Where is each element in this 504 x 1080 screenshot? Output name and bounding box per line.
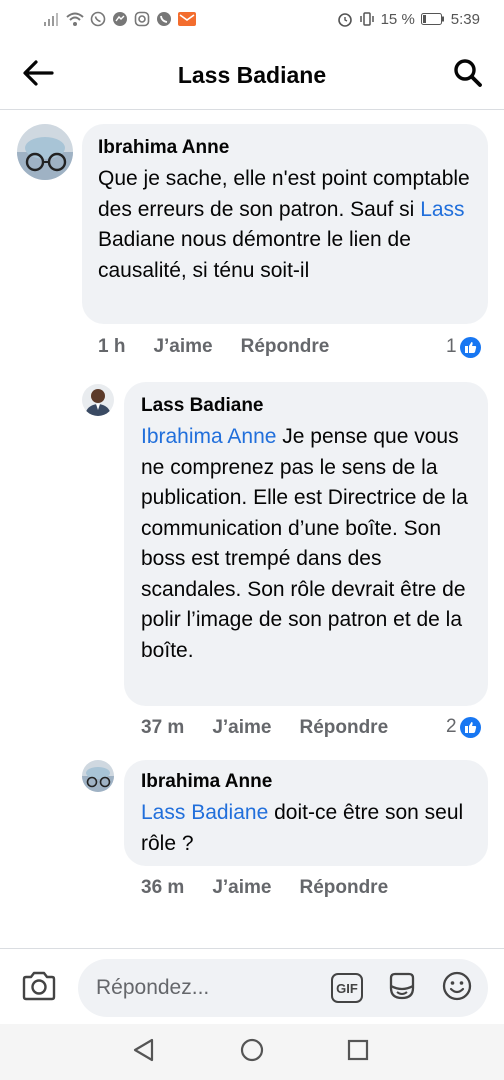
comment-time[interactable]: 1 h: [98, 336, 125, 358]
avatar[interactable]: [17, 124, 73, 180]
like-button[interactable]: J’aime: [212, 877, 271, 899]
mail-icon: [178, 12, 196, 26]
nav-home-button[interactable]: [236, 1036, 268, 1068]
camera-button[interactable]: [20, 971, 58, 1005]
comment-time[interactable]: 37 m: [141, 717, 184, 739]
reply-input[interactable]: [96, 959, 316, 1017]
sticker-icon: [386, 970, 418, 1007]
alarm-icon: [337, 11, 353, 27]
comment-bubble[interactable]: Ibrahima Anne Que je sache, elle n'est p…: [82, 124, 488, 324]
comment-text: Que je sache, elle n'est point comptable…: [98, 164, 472, 286]
comment-text-part: Je pense que vous ne comprenez pas le se…: [141, 425, 468, 662]
circle-home-icon: [239, 1037, 265, 1068]
comment-actions: 37 m J’aime Répondre: [141, 717, 388, 739]
comment-bubble[interactable]: Lass Badiane Ibrahima Anne Je pense que …: [124, 382, 488, 706]
nav-back-button[interactable]: [128, 1036, 160, 1068]
status-left-icons: [44, 11, 196, 27]
reaction-count[interactable]: 1: [446, 336, 481, 358]
gif-label: GIF: [336, 980, 358, 996]
mention-link[interactable]: Lass Badiane: [141, 801, 268, 824]
messenger-icon: [112, 11, 128, 27]
comment-text: Lass Badiane doit-ce être son seul rôle …: [141, 798, 471, 859]
like-button[interactable]: J’aime: [153, 336, 212, 358]
reaction-count-value: 2: [446, 716, 457, 737]
comment-author[interactable]: Ibrahima Anne: [141, 771, 471, 793]
page-title: Lass Badiane: [177, 62, 327, 88]
reply-composer: GIF: [0, 948, 504, 1024]
search-icon: [453, 58, 483, 93]
gif-icon: GIF: [331, 973, 363, 1003]
comment-text-part: Badiane nous démontre le lien de causali…: [98, 228, 411, 282]
status-time: 5:39: [450, 10, 480, 28]
instagram-icon: [134, 11, 150, 27]
signal-icon: [44, 12, 60, 26]
phone-call-icon: [156, 11, 172, 27]
like-button[interactable]: J’aime: [212, 717, 271, 739]
battery-icon: [420, 13, 445, 25]
thumbs-up-icon: [459, 716, 481, 738]
mention-link[interactable]: Ibrahima Anne: [141, 425, 276, 448]
avatar[interactable]: [82, 760, 114, 792]
search-button[interactable]: [450, 58, 486, 92]
battery-percent: 15 %: [380, 10, 415, 28]
gif-button[interactable]: GIF: [330, 972, 364, 1004]
status-right-icons: 15 % 5:39: [337, 11, 480, 28]
vibrate-icon: [359, 11, 375, 27]
reaction-count[interactable]: 2: [446, 716, 481, 738]
nav-recents-button[interactable]: [342, 1036, 374, 1068]
comment-actions: 36 m J’aime Répondre: [141, 877, 388, 899]
comment-author[interactable]: Lass Badiane: [141, 395, 471, 417]
whatsapp-icon: [90, 11, 106, 27]
sticker-button[interactable]: [385, 972, 419, 1004]
reply-button[interactable]: Répondre: [241, 336, 330, 358]
reply-button[interactable]: Répondre: [299, 877, 388, 899]
emoji-icon: [441, 970, 473, 1007]
comment-time[interactable]: 36 m: [141, 877, 184, 899]
top-app-bar: Lass Badiane: [0, 38, 504, 110]
reaction-count-value: 1: [446, 336, 457, 357]
comment-bubble[interactable]: Ibrahima Anne Lass Badiane doit-ce être …: [124, 760, 488, 866]
status-bar: 15 % 5:39: [0, 0, 504, 38]
avatar[interactable]: [82, 384, 114, 416]
mention-link[interactable]: Lass: [420, 198, 464, 221]
camera-icon: [21, 970, 57, 1007]
triangle-back-icon: [131, 1037, 157, 1068]
wifi-icon: [66, 12, 84, 26]
emoji-button[interactable]: [440, 970, 474, 1007]
reply-input-container: GIF: [78, 959, 488, 1017]
comment-text: Ibrahima Anne Je pense que vous ne compr…: [141, 422, 471, 666]
square-recents-icon: [345, 1037, 371, 1068]
system-nav-bar: [0, 1024, 504, 1080]
comment-actions: 1 h J’aime Répondre: [98, 336, 329, 358]
thumbs-up-icon: [459, 336, 481, 358]
comment-author[interactable]: Ibrahima Anne: [98, 137, 472, 159]
reply-button[interactable]: Répondre: [299, 717, 388, 739]
comment-text-part: Que je sache, elle n'est point comptable…: [98, 167, 470, 221]
